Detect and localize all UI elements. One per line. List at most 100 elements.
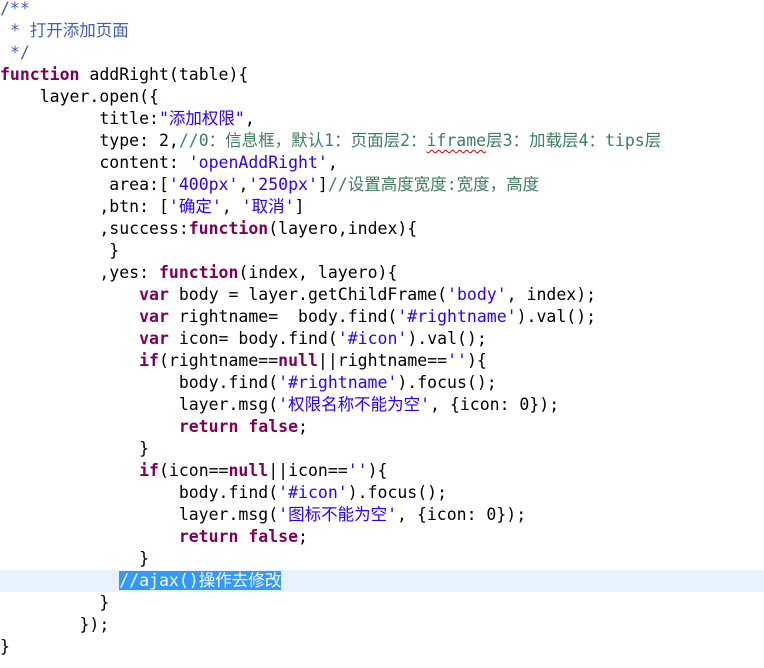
code-line[interactable]: function addRight(table){ (0, 64, 764, 86)
code-token-javadoc: */ (9, 43, 30, 62)
code-token-plain: addRight(table){ (79, 65, 249, 84)
code-token-keyword: var (139, 285, 169, 304)
code-token-plain: ){ (367, 461, 388, 480)
code-token-keyword: null (278, 351, 318, 370)
code-line[interactable]: }); (0, 614, 764, 636)
code-token-plain: rightname= body.find( (168, 307, 398, 326)
code-token-string: '权限名称不能为空' (278, 395, 431, 414)
code-line[interactable]: layer.msg('图标不能为空', {icon: 0}); (0, 504, 764, 526)
code-line[interactable]: return false; (0, 416, 764, 438)
code-token-string: '250px' (248, 175, 318, 194)
code-line[interactable]: } (0, 592, 764, 614)
code-token-keyword: if (139, 351, 159, 370)
code-line[interactable]: title:"添加权限", (0, 108, 764, 130)
code-token-plain: } (0, 637, 10, 656)
code-token-plain: ,success: (99, 219, 189, 238)
code-token-plain: ] (317, 175, 328, 194)
code-line[interactable]: body.find('#icon').focus(); (0, 482, 764, 504)
code-token-plain: , (327, 153, 338, 172)
code-token-string: '' (447, 351, 467, 370)
code-line[interactable]: type: 2,//0：信息框，默认1：页面层2：iframe层3：加载层4：t… (0, 130, 764, 152)
code-token-keyword: function (188, 219, 269, 238)
code-line[interactable]: } (0, 240, 764, 262)
code-token-plain: , (238, 175, 249, 194)
code-token-plain: ,btn: [ (99, 197, 169, 216)
code-token-javadoc: /** (0, 0, 30, 18)
code-token-plain: , (244, 109, 255, 128)
code-line[interactable]: } (0, 548, 764, 570)
code-token-comment: //ajax()操作去修改 (119, 571, 282, 590)
code-line[interactable]: layer.msg('权限名称不能为空', {icon: 0}); (0, 394, 764, 416)
code-token-plain: content: (99, 153, 189, 172)
code-token-plain: layer.msg( (178, 505, 279, 524)
code-token-string: '确定' (168, 197, 222, 216)
code-token-plain: ).val(); (516, 307, 597, 326)
code-line[interactable]: /** (0, 0, 764, 20)
code-token-plain: } (109, 241, 120, 260)
code-line[interactable]: if(icon==null||icon==''){ (0, 460, 764, 482)
code-token-plain: , (221, 197, 242, 216)
code-token-string: 'openAddRight' (188, 153, 328, 172)
code-token-plain: }); (79, 615, 110, 634)
code-token-plain: body = layer.getChildFrame( (168, 285, 448, 304)
code-token-plain: (rightname== (158, 351, 279, 370)
code-token-plain: } (139, 439, 150, 458)
code-token-plain: type: 2, (99, 131, 179, 150)
code-token-keyword: function (0, 65, 80, 84)
code-line[interactable]: * 打开添加页面 (0, 20, 764, 42)
code-token-plain: , {icon: 0}); (430, 395, 560, 414)
code-token-plain: layer.msg( (178, 395, 279, 414)
code-line[interactable]: area:['400px','250px']//设置高度宽度:宽度，高度 (0, 174, 764, 196)
code-token-keyword: null (228, 461, 269, 480)
code-token-plain: title: (99, 109, 159, 128)
code-line[interactable]: ,btn: ['确定', '取消'] (0, 196, 764, 218)
code-token-string: '#rightname' (397, 307, 517, 326)
code-line[interactable]: if(rightname==null||rightname==''){ (0, 350, 764, 372)
code-line[interactable]: ,yes: function(index, layero){ (0, 262, 764, 284)
code-line[interactable]: body.find('#rightname').focus(); (0, 372, 764, 394)
code-token-string: '#icon' (278, 483, 348, 502)
code-line[interactable]: */ (0, 42, 764, 64)
code-line[interactable]: } (0, 438, 764, 460)
code-token-plain: ||rightname== (317, 351, 448, 370)
code-token-plain: icon= body.find( (168, 329, 338, 348)
code-line[interactable]: var body = layer.getChildFrame('body', i… (0, 284, 764, 306)
code-line[interactable]: ,success:function(layero,index){ (0, 218, 764, 240)
code-token-keyword: false (248, 527, 299, 546)
code-token-string: '400px' (168, 175, 239, 194)
code-line[interactable]: } (0, 636, 764, 658)
code-line[interactable]: var icon= body.find('#icon').val(); (0, 328, 764, 350)
code-token-plain: ).focus(); (397, 373, 497, 392)
code-token-keyword: false (248, 417, 299, 436)
code-token-plain: , {icon: 0}); (397, 505, 527, 524)
code-token-string: '图标不能为空' (278, 505, 398, 524)
code-line[interactable]: return false; (0, 526, 764, 548)
code-line[interactable]: //ajax()操作去修改 (0, 570, 764, 592)
code-token-keyword: return (178, 527, 239, 546)
code-token-plain: ] (294, 197, 305, 216)
code-editor[interactable]: /** * 打开添加页面 */ function addRight(table){… (0, 0, 764, 668)
code-token-javadoc: * 打开添加页面 (9, 21, 129, 40)
code-token-plain: ).val(); (407, 329, 487, 348)
code-token-comment: 层3：加载层4：tips层 (486, 131, 662, 150)
code-line[interactable]: content: 'openAddRight', (0, 152, 764, 174)
code-line[interactable]: var rightname= body.find('#rightname').v… (0, 306, 764, 328)
code-line[interactable]: layer.open({ (0, 86, 764, 108)
code-token-plain: area:[ (109, 175, 169, 194)
code-token-plain: } (99, 593, 110, 612)
